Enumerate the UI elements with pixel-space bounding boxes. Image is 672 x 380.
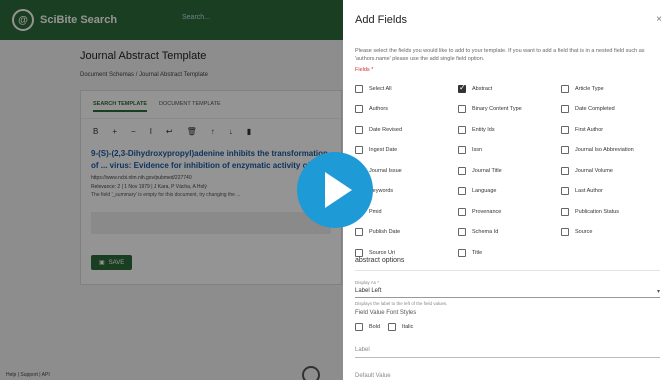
field-option-language[interactable]: Language <box>458 187 561 196</box>
checkbox-label: Provenance <box>472 208 502 215</box>
checkbox[interactable] <box>355 146 363 154</box>
checkbox-label: Date Revised <box>369 126 403 133</box>
field-option-binary-content-type[interactable]: Binary Content Type <box>458 105 561 114</box>
checkbox[interactable] <box>458 166 466 175</box>
italic-checkbox[interactable] <box>388 322 397 331</box>
checkbox[interactable] <box>355 105 363 113</box>
play-icon <box>325 172 352 208</box>
checkbox-label: Binary Content Type <box>472 106 522 112</box>
drawer-description: Please select the fields you would like … <box>355 48 645 62</box>
field-option-journal-volume[interactable]: Journal Volume <box>561 166 665 175</box>
bold-label: Bold <box>369 323 381 330</box>
bold-checkbox[interactable] <box>355 322 363 331</box>
checkbox-label: Title <box>472 249 483 256</box>
close-icon[interactable]: × <box>656 14 662 25</box>
font-styles-label: Field Value Font Styles <box>355 310 417 316</box>
display-as-select[interactable]: Label Left <box>355 288 381 294</box>
options-title: abstract options <box>355 257 405 264</box>
display-as-label: Display As * <box>355 280 380 285</box>
checkbox[interactable] <box>458 248 466 257</box>
checkbox[interactable] <box>355 228 363 236</box>
field-option-title[interactable]: Title <box>458 248 561 257</box>
field-option-publication-status[interactable]: Publication Status <box>561 207 665 216</box>
fields-checkbox-grid: Select All Abstract Article Type Authors Bin… <box>355 83 665 257</box>
checkbox[interactable] <box>561 146 569 154</box>
field-option-issn[interactable]: Issn <box>458 146 561 155</box>
add-fields-drawer: Add Fields × Please select the fields yo… <box>343 0 672 380</box>
checkbox[interactable] <box>458 207 466 216</box>
checkbox[interactable] <box>458 228 466 236</box>
checkbox-label: Last Author <box>575 188 603 194</box>
field-option-provenance[interactable]: Provenance <box>458 207 561 216</box>
checkbox[interactable] <box>355 84 363 93</box>
checkbox-label: Issn <box>472 147 483 153</box>
field-option-article-type[interactable]: Article Type <box>561 84 665 93</box>
checkbox-label: Schema Id <box>472 229 499 235</box>
checkbox-label: Journal Issue <box>369 167 402 174</box>
font-styles-options: Bold Italic <box>355 322 413 331</box>
fields-label: Fields * <box>355 67 374 73</box>
checkbox-label: Journal Volume <box>575 167 613 174</box>
checkbox-label: Date Completed <box>575 106 615 112</box>
checkbox-label: Journal Iso Abbreviation <box>575 147 634 153</box>
chevron-down-icon[interactable]: ▾ <box>657 288 660 295</box>
checkbox-label: Select All <box>369 85 392 92</box>
checkbox-label: Source <box>575 229 593 235</box>
checkbox[interactable] <box>458 187 466 195</box>
checkbox[interactable] <box>561 228 569 236</box>
checkbox-label: Entity Ids <box>472 126 495 133</box>
field-option-pmid[interactable]: Pmid <box>355 207 458 216</box>
field-option-authors[interactable]: Authors <box>355 105 458 114</box>
checkbox[interactable] <box>458 105 466 113</box>
checkbox[interactable] <box>561 187 569 195</box>
field-option-date-revised[interactable]: Date Revised <box>355 125 458 134</box>
field-option-journal-issue[interactable]: Journal Issue <box>355 166 458 175</box>
field-option-first-author[interactable]: First Author <box>561 125 665 134</box>
checkbox[interactable] <box>458 125 466 134</box>
field-option-publish-date[interactable]: Publish Date <box>355 228 458 237</box>
bold-checkbox-row[interactable]: Bold <box>355 322 380 331</box>
play-button[interactable] <box>297 152 373 228</box>
field-option-date-completed[interactable]: Date Completed <box>561 105 665 114</box>
field-option-source[interactable]: Source <box>561 228 665 237</box>
checkbox-label: Source Uri <box>369 249 395 256</box>
field-option-schema-id[interactable]: Schema Id <box>458 228 561 237</box>
checkbox-label: Ingest Date <box>369 147 398 153</box>
label-input[interactable]: Label <box>355 347 370 353</box>
checkbox-label: Journal Title <box>472 167 502 174</box>
checkbox[interactable] <box>561 84 569 93</box>
field-option-journal-title[interactable]: Journal Title <box>458 166 561 175</box>
checkbox-label: Pmid <box>369 208 382 215</box>
display-as-help: Displays the label to the left of the fi… <box>355 301 448 306</box>
field-option-journal-iso-abbreviation[interactable]: Journal Iso Abbreviation <box>561 146 665 155</box>
field-option-source-uri[interactable]: Source Uri <box>355 248 458 257</box>
default-value-input[interactable]: Default Value <box>355 373 391 379</box>
checkbox[interactable] <box>458 146 466 154</box>
checkbox[interactable] <box>458 83 466 93</box>
field-option-select-all[interactable]: Select All <box>355 84 458 93</box>
checkbox-label: Language <box>472 188 497 194</box>
field-option-last-author[interactable]: Last Author <box>561 187 665 196</box>
checkbox[interactable] <box>355 125 363 134</box>
italic-label: Italic <box>402 323 414 330</box>
field-option-ingest-date[interactable]: Ingest Date <box>355 146 458 155</box>
checkbox[interactable] <box>561 166 569 175</box>
select-underline <box>355 297 660 298</box>
checkbox-label: Publish Date <box>369 229 401 235</box>
drawer-title: Add Fields <box>355 14 407 26</box>
checkbox-label: Article Type <box>575 85 604 92</box>
checkbox-label: Authors <box>369 106 388 112</box>
divider <box>355 270 660 271</box>
checkbox[interactable] <box>561 105 569 113</box>
field-option-entity-ids[interactable]: Entity Ids <box>458 125 561 134</box>
input-underline <box>355 357 660 358</box>
checkbox-label: Abstract <box>472 85 493 92</box>
field-option-abstract[interactable]: Abstract <box>458 83 561 93</box>
checkbox[interactable] <box>561 125 569 134</box>
checkbox-label: Publication Status <box>575 208 620 215</box>
checkbox[interactable] <box>561 207 569 216</box>
checkbox-label: First Author <box>575 126 604 133</box>
italic-checkbox-row[interactable]: Italic <box>388 322 413 331</box>
checkbox[interactable] <box>355 248 363 257</box>
